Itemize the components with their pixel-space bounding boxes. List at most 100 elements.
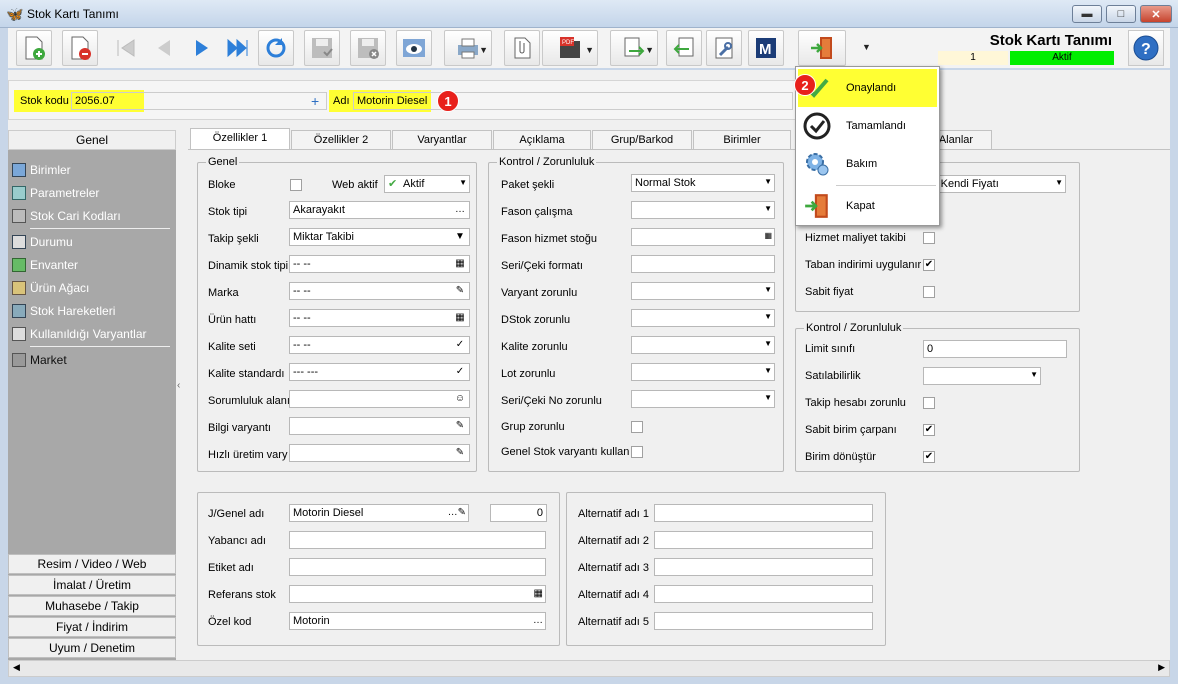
save-close-button[interactable]	[350, 30, 386, 66]
field-input[interactable]: Normal Stok ▼	[631, 174, 775, 192]
scroll-right-icon[interactable]: ▶	[1158, 662, 1165, 673]
print-button[interactable]: ▼	[444, 30, 492, 66]
field-input[interactable]: ✎	[289, 444, 470, 462]
field-input[interactable]	[631, 255, 775, 273]
close-button[interactable]: ✕	[1140, 5, 1172, 23]
collapse-chevron-icon[interactable]: ‹	[177, 380, 180, 391]
name-field-input[interactable]: Motorin Diesel …✎	[289, 504, 469, 522]
chevron-down-icon[interactable]: ▼	[764, 366, 772, 375]
chevron-down-icon[interactable]: ▼	[764, 204, 772, 213]
grup-zorunlu-checkbox[interactable]	[631, 421, 643, 433]
scroll-left-icon[interactable]: ◀	[13, 662, 20, 673]
check-box[interactable]: ✔	[923, 259, 935, 271]
check-box[interactable]	[923, 397, 935, 409]
chevron-down-icon[interactable]: ▼	[764, 312, 772, 321]
field-button-icon[interactable]: ✎	[453, 284, 467, 298]
nav-kullanildigi-varyantlar[interactable]: Kullanıldığı Varyantlar	[12, 324, 147, 344]
menu-item-kapat[interactable]: Kapat	[798, 187, 937, 225]
alternatif-input[interactable]	[654, 531, 873, 549]
alternatif-input[interactable]	[654, 612, 873, 630]
last-record-button[interactable]	[220, 30, 256, 66]
name-field-input[interactable]: ▦	[289, 585, 546, 603]
field-button-icon[interactable]: …	[453, 203, 467, 217]
field-button-icon[interactable]: ▦	[534, 587, 543, 601]
section-resim-video-web[interactable]: Resim / Video / Web	[8, 554, 176, 574]
check-box[interactable]: ✔	[923, 424, 935, 436]
field-input[interactable]: Akarayakıt…	[289, 201, 470, 219]
field-input[interactable]: -- -- ▦	[289, 309, 470, 327]
chevron-down-icon[interactable]: ▼	[764, 177, 772, 186]
chevron-down-icon[interactable]: ▼	[764, 285, 772, 294]
field-button-icon[interactable]: …	[533, 614, 543, 628]
check-box[interactable]	[923, 286, 935, 298]
field-input[interactable]: ▼	[631, 309, 775, 327]
tab-ozellikler-1[interactable]: Özellikler 1	[190, 128, 290, 149]
tools-button[interactable]	[706, 30, 742, 66]
fiyat-select[interactable]: ok Kendi Fiyatı ▼	[922, 175, 1066, 193]
attach-button[interactable]	[504, 30, 540, 66]
nav-stok-cari-kodlari[interactable]: Stok Cari Kodları	[12, 206, 121, 226]
nav-birimler[interactable]: Birimler	[12, 160, 71, 180]
chevron-down-icon[interactable]: ▼	[764, 393, 772, 402]
section-imalat-uretim[interactable]: İmalat / Üretim	[8, 575, 176, 595]
section-fiyat-indirim[interactable]: Fiyat / İndirim	[8, 617, 176, 637]
check-box[interactable]	[923, 232, 935, 244]
field-input[interactable]: ▼	[631, 201, 775, 219]
chevron-down-icon[interactable]: ▼	[585, 45, 594, 55]
field-input[interactable]: Miktar Takibi ▼	[289, 228, 470, 246]
pdf-button[interactable]: PDF ▼	[542, 30, 598, 66]
section-uyum-denetim[interactable]: Uyum / Denetim	[8, 638, 176, 658]
chevron-down-icon[interactable]: ▼	[862, 42, 871, 52]
field-input[interactable]: ▦	[631, 228, 775, 246]
stok-kodu-input[interactable]: 2056.07	[71, 92, 327, 110]
minimize-button[interactable]: ▬	[1072, 5, 1102, 23]
alternatif-input[interactable]	[654, 504, 873, 522]
section-muhasebe-takip[interactable]: Muhasebe / Takip	[8, 596, 176, 616]
menu-item-tamamlandi[interactable]: Tamamlandı	[798, 107, 937, 145]
field-input[interactable]: ▼	[631, 336, 775, 354]
chevron-down-icon[interactable]: ▦	[764, 231, 772, 240]
nav-durumu[interactable]: Durumu	[12, 232, 73, 252]
web-aktif-select[interactable]: ✔ Aktif ▼	[384, 175, 470, 193]
delete-record-button[interactable]	[62, 30, 98, 66]
field-input[interactable]: ✎	[289, 417, 470, 435]
field-button-icon[interactable]: ✎	[453, 419, 467, 433]
field-input[interactable]: -- -- ▦	[289, 255, 470, 273]
field-input[interactable]: ▼	[631, 282, 775, 300]
satilabilirlik-select[interactable]: ▼	[923, 367, 1041, 385]
nav-market[interactable]: Market	[12, 350, 67, 370]
import-button[interactable]	[666, 30, 702, 66]
field-input[interactable]: ▼	[631, 390, 775, 408]
tab-ozellikler-2[interactable]: Özellikler 2	[291, 130, 391, 149]
tab-grup-barkod[interactable]: Grup/Barkod	[592, 130, 692, 149]
m-button[interactable]: M	[748, 30, 784, 66]
name-field-input[interactable]	[289, 531, 546, 549]
tab-aciklama[interactable]: Açıklama	[493, 130, 591, 149]
previous-record-button[interactable]	[146, 30, 182, 66]
maximize-button[interactable]: □	[1106, 5, 1136, 23]
genel-header[interactable]: Genel	[8, 130, 176, 150]
limit-input[interactable]: 0	[923, 340, 1067, 358]
field-input[interactable]: -- -- ✓	[289, 336, 470, 354]
field-input[interactable]: ▼	[631, 363, 775, 381]
nav-urun-agaci[interactable]: Ürün Ağacı	[12, 278, 89, 298]
field-input[interactable]: -- -- ✎	[289, 282, 470, 300]
tab-varyantlar[interactable]: Varyantlar	[392, 130, 492, 149]
export-button[interactable]: ▼	[610, 30, 658, 66]
chevron-down-icon[interactable]: ▼	[479, 45, 488, 55]
bloke-checkbox[interactable]	[290, 179, 302, 191]
new-record-button[interactable]	[16, 30, 52, 66]
alternatif-input[interactable]	[654, 558, 873, 576]
chevron-down-icon[interactable]: ▼	[764, 339, 772, 348]
name-field-input[interactable]: Motorin…	[289, 612, 546, 630]
menu-item-bakim[interactable]: Bakım	[798, 145, 937, 183]
refresh-button[interactable]	[258, 30, 294, 66]
field-button-icon[interactable]: ▼	[453, 230, 467, 244]
jgenel-number-input[interactable]: 0	[490, 504, 547, 522]
field-button-icon[interactable]: ✓	[453, 338, 467, 352]
field-input[interactable]: --- --- ✓	[289, 363, 470, 381]
field-button-icon[interactable]: ✎	[453, 446, 467, 460]
field-button-icon[interactable]: ✓	[453, 365, 467, 379]
chevron-down-icon[interactable]: ▼	[645, 45, 654, 55]
check-box[interactable]: ✔	[923, 451, 935, 463]
